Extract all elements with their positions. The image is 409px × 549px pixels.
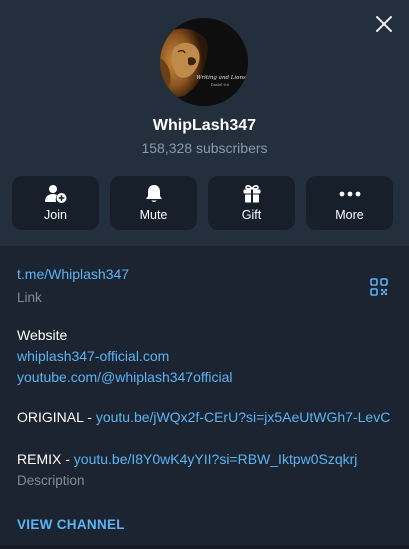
bell-icon: [145, 185, 162, 202]
original-link[interactable]: youtu.be/jWQx2f-CErU?si=jx5AeUtWGh7-LevC: [96, 409, 391, 425]
join-button[interactable]: Join: [12, 176, 99, 230]
gift-button[interactable]: Gift: [208, 176, 295, 230]
remix-link[interactable]: youtu.be/I8Y0wK4yYII?si=RBW_Iktpw0Szqkrj: [74, 451, 358, 467]
original-label: ORIGINAL -: [17, 409, 96, 425]
more-button[interactable]: More: [306, 176, 393, 230]
channel-name: WhipLash347: [152, 117, 257, 134]
mute-button[interactable]: Mute: [110, 176, 197, 230]
gift-icon: [243, 185, 260, 203]
close-icon: [376, 16, 392, 32]
original-line: ORIGINAL - youtu.be/jWQx2f-CErU?si=jx5Ae…: [17, 409, 390, 425]
qr-code-icon: [370, 278, 388, 296]
add-user-icon: [44, 185, 66, 203]
close-button[interactable]: [373, 13, 395, 35]
lion-icon: [160, 18, 248, 106]
youtube-link[interactable]: youtube.com/@whiplash347official: [17, 369, 233, 385]
channel-avatar[interactable]: Writing and Lions Daniel 6:6: [160, 18, 248, 106]
remix-label: REMIX -: [17, 451, 74, 467]
description-caption: Description: [17, 473, 85, 488]
qr-code-button[interactable]: [370, 278, 388, 296]
channel-link[interactable]: t.me/Whiplash347: [17, 266, 129, 282]
channel-header: Writing and Lions Daniel 6:6 WhipLash347…: [0, 0, 409, 246]
avatar-subcaption: Daniel 6:6: [210, 83, 230, 87]
avatar-caption: Writing and Lions: [196, 75, 246, 81]
gift-label: Gift: [241, 208, 262, 222]
remix-line: REMIX - youtu.be/I8Y0wK4yYII?si=RBW_Iktp…: [17, 451, 357, 467]
mute-label: Mute: [139, 208, 168, 222]
join-label: Join: [44, 208, 67, 222]
view-channel-button[interactable]: VIEW CHANNEL: [17, 517, 125, 532]
channel-info-panel: Writing and Lions Daniel 6:6 WhipLash347…: [0, 0, 409, 549]
website-heading: Website: [17, 327, 68, 343]
link-caption: Link: [17, 290, 42, 305]
action-buttons: Join Mute Gift More: [12, 176, 397, 230]
website-link[interactable]: whiplash347-official.com: [17, 348, 169, 364]
subscriber-count: 158,328 subscribers: [141, 140, 268, 156]
more-dots-icon: [339, 191, 360, 197]
more-label: More: [335, 208, 364, 222]
footer-divider: [0, 545, 409, 549]
